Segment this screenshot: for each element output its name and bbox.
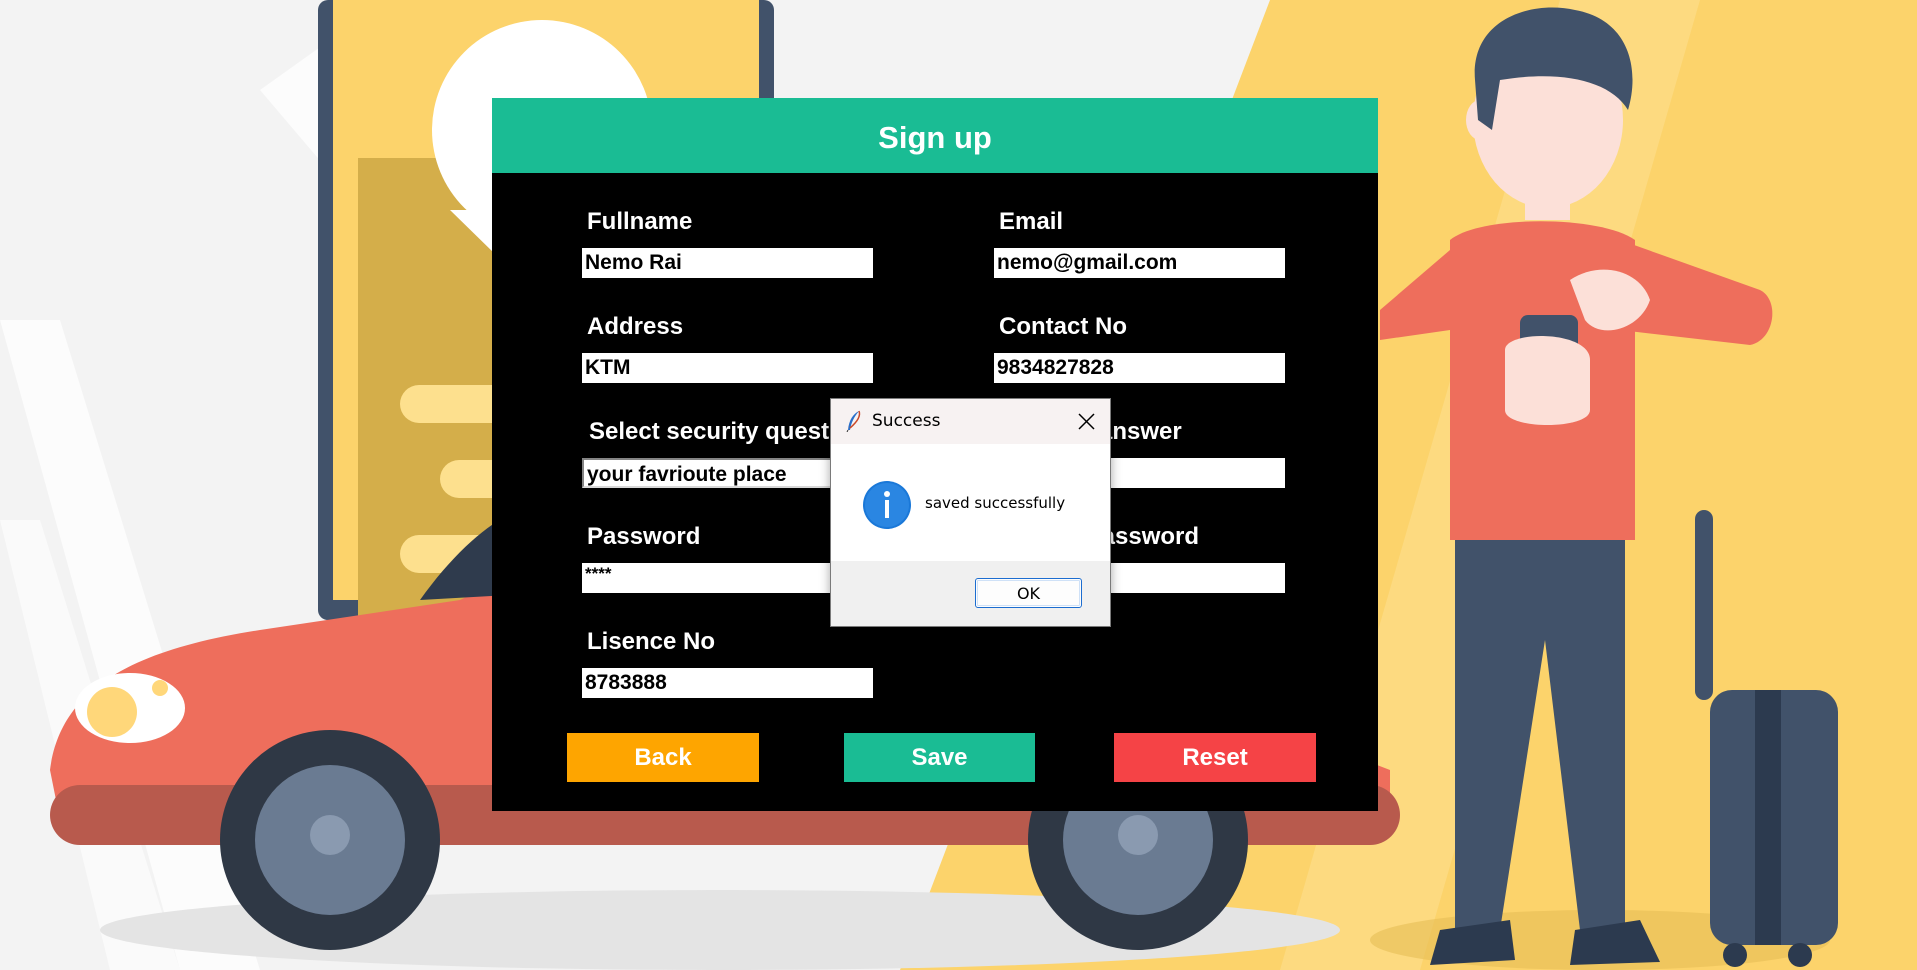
address-label: Address [587, 313, 684, 340]
contact-label: Contact No [999, 313, 1127, 340]
dialog-titlebar[interactable]: Success [831, 399, 1110, 444]
dialog-body: saved successfully [831, 444, 1110, 561]
dialog-title: Success [872, 411, 941, 431]
save-button[interactable]: Save [844, 733, 1035, 782]
ok-button[interactable]: OK [975, 578, 1082, 608]
password-label: Password [587, 523, 701, 550]
form-title: Sign up [492, 98, 1378, 173]
fullname-input[interactable]: Nemo Rai [582, 248, 873, 278]
fullname-label: Fullname [587, 208, 693, 235]
feather-icon [845, 410, 863, 436]
email-input[interactable]: nemo@gmail.com [994, 248, 1285, 278]
email-label: Email [999, 208, 1064, 235]
address-input[interactable]: KTM [582, 353, 873, 383]
reset-button[interactable]: Reset [1114, 733, 1316, 782]
licence-input[interactable]: 8783888 [582, 668, 873, 698]
contact-input[interactable]: 9834827828 [994, 353, 1285, 383]
success-dialog: Success saved successfully OK [830, 398, 1111, 627]
security-answer-label: answer [1099, 418, 1182, 445]
close-icon[interactable] [1062, 399, 1110, 444]
licence-label: Lisence No [587, 628, 716, 655]
back-button[interactable]: Back [567, 733, 759, 782]
dialog-message: saved successfully [925, 494, 1066, 512]
dialog-footer: OK [831, 561, 1110, 626]
info-icon [862, 480, 912, 534]
security-question-label: Select security quest [589, 418, 830, 445]
